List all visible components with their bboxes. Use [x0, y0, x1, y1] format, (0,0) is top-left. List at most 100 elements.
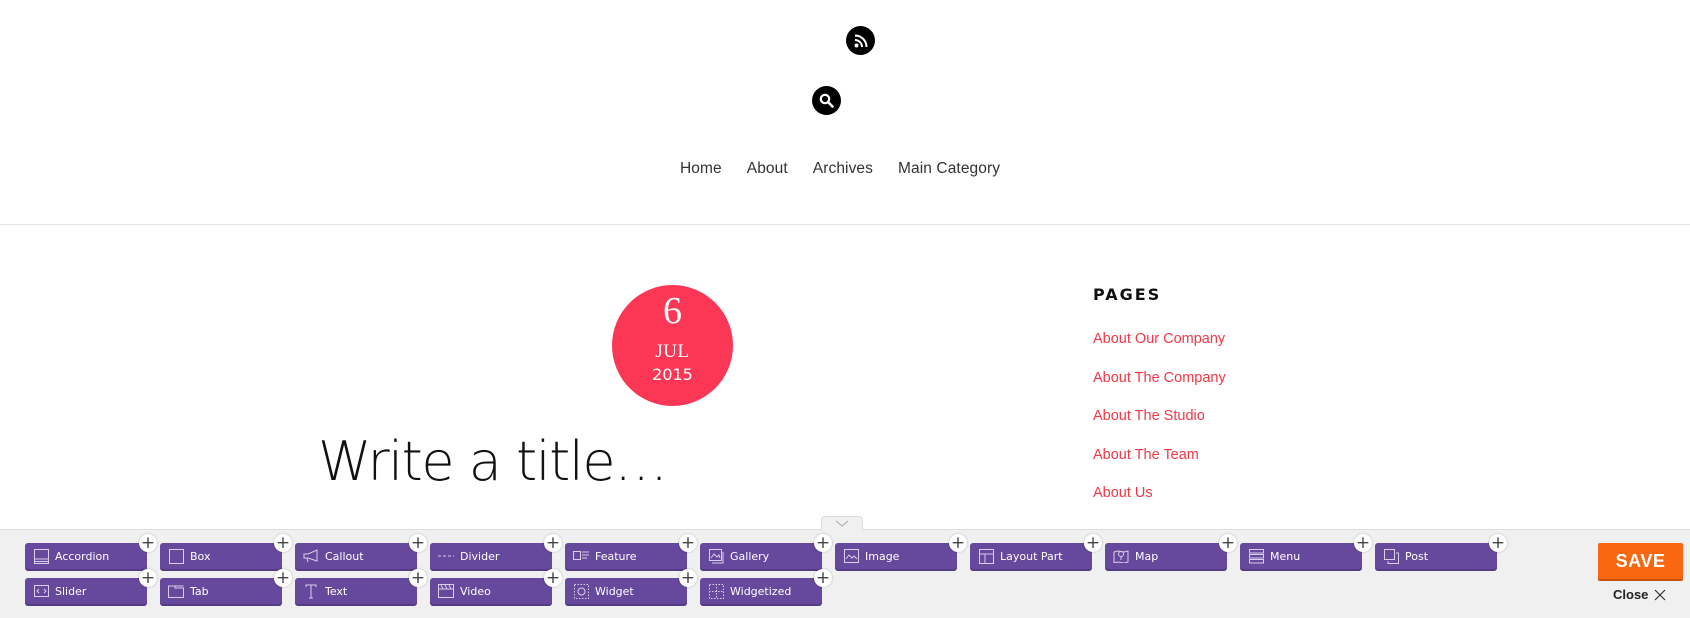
box-icon: [168, 548, 184, 564]
list-item: About The Team: [1093, 446, 1226, 485]
module-layout-part[interactable]: Layout Part +: [970, 534, 1102, 569]
nav-item-archives[interactable]: Archives: [813, 160, 873, 178]
add-module-button[interactable]: +: [949, 534, 967, 552]
module-label: Menu: [1270, 549, 1301, 563]
add-module-button[interactable]: +: [544, 534, 562, 552]
module-box[interactable]: Box +: [160, 534, 292, 569]
add-module-button[interactable]: +: [274, 534, 292, 552]
add-module-button[interactable]: +: [139, 569, 157, 587]
module-callout[interactable]: Callout +: [295, 534, 427, 569]
sidebar-title: PAGES: [1093, 285, 1162, 304]
divider-icon: [438, 548, 454, 564]
post-date-year: 2015: [652, 365, 693, 384]
sidebar-link-about-us[interactable]: About Us: [1093, 485, 1153, 501]
save-button[interactable]: SAVE: [1598, 543, 1683, 579]
add-module-button[interactable]: +: [679, 569, 697, 587]
add-module-button[interactable]: +: [139, 534, 157, 552]
list-item: About The Studio: [1093, 407, 1226, 446]
map-icon: [1113, 548, 1129, 564]
post-date-day: 6: [663, 290, 682, 332]
add-module-button[interactable]: +: [409, 569, 427, 587]
module-label: Gallery: [730, 549, 770, 563]
module-divider[interactable]: Divider +: [430, 534, 562, 569]
module-gallery[interactable]: Gallery +: [700, 534, 832, 569]
menu-icon: [1248, 548, 1264, 564]
list-item: About Us: [1093, 484, 1226, 523]
add-module-button[interactable]: +: [274, 569, 292, 587]
video-icon: [438, 583, 454, 599]
post-date-badge: 6 JUL 2015: [612, 285, 733, 406]
sidebar-link-about-our-company[interactable]: About Our Company: [1093, 331, 1225, 347]
module-map[interactable]: Map +: [1105, 534, 1237, 569]
module-accordion[interactable]: Accordion +: [25, 534, 157, 569]
add-module-button[interactable]: +: [679, 534, 697, 552]
module-label: Map: [1135, 549, 1159, 563]
module-post[interactable]: Post +: [1375, 534, 1507, 569]
layout-icon: [978, 548, 994, 564]
sidebar-link-about-the-studio[interactable]: About The Studio: [1093, 408, 1205, 424]
module-label: Box: [190, 549, 211, 563]
add-module-button[interactable]: +: [544, 569, 562, 587]
feature-icon: [573, 548, 589, 564]
list-item: About The Company: [1093, 369, 1226, 408]
close-label: Close: [1613, 587, 1649, 602]
megaphone-icon: [303, 548, 319, 564]
module-video[interactable]: Video +: [430, 569, 562, 604]
module-label: Feature: [595, 549, 637, 563]
add-module-button[interactable]: +: [1219, 534, 1237, 552]
slider-icon: [33, 583, 49, 599]
image-icon: [843, 548, 859, 564]
module-label: Tab: [190, 584, 209, 598]
sidebar-link-about-the-company[interactable]: About The Company: [1093, 370, 1226, 386]
gallery-icon: [708, 548, 724, 564]
tab-icon: [168, 583, 184, 599]
module-tab[interactable]: Tab +: [160, 569, 292, 604]
module-slider[interactable]: Slider +: [25, 569, 157, 604]
close-icon: [1654, 589, 1666, 600]
add-module-button[interactable]: +: [814, 569, 832, 587]
add-module-button[interactable]: +: [409, 534, 427, 552]
module-label: Post: [1405, 549, 1429, 563]
module-label: Widget: [595, 584, 634, 598]
page: Home About Archives Main Category 6 JUL …: [0, 0, 1690, 618]
module-image[interactable]: Image +: [835, 534, 967, 569]
module-text[interactable]: Text +: [295, 569, 427, 604]
module-label: Divider: [460, 549, 500, 563]
add-module-button[interactable]: +: [1489, 534, 1507, 552]
list-item: About Our Company: [1093, 330, 1226, 369]
text-icon: [303, 583, 319, 599]
widgetized-icon: [708, 583, 724, 599]
module-label: Image: [865, 549, 900, 563]
post-date-month: JUL: [655, 341, 690, 362]
sidebar-pages-list: About Our Company About The Company Abou…: [1093, 330, 1226, 523]
module-feature[interactable]: Feature +: [565, 534, 697, 569]
module-label: Accordion: [55, 549, 110, 563]
module-widget[interactable]: Widget +: [565, 569, 697, 604]
header-divider: [0, 224, 1690, 225]
module-label: Slider: [55, 584, 87, 598]
accordion-icon: [33, 548, 49, 564]
add-module-button[interactable]: +: [814, 534, 832, 552]
add-module-button[interactable]: +: [1084, 534, 1102, 552]
add-module-button[interactable]: +: [1354, 534, 1372, 552]
nav-item-main-category[interactable]: Main Category: [898, 160, 1000, 178]
sidebar-link-about-the-team[interactable]: About The Team: [1093, 447, 1199, 463]
module-label: Widgetized: [730, 584, 792, 598]
close-builder-button[interactable]: Close: [1613, 587, 1666, 602]
module-label: Video: [460, 584, 491, 598]
module-widgetized[interactable]: Widgetized +: [700, 569, 832, 604]
rss-icon[interactable]: [846, 26, 875, 55]
sidebar-pages-widget: PAGES About Our Company About The Compan…: [1093, 285, 1226, 523]
nav-item-home[interactable]: Home: [680, 160, 722, 178]
module-label: Layout Part: [1000, 549, 1063, 563]
chevron-down-icon: [835, 520, 849, 527]
module-label: Text: [325, 584, 348, 598]
search-icon[interactable]: [812, 86, 841, 115]
module-label: Callout: [325, 549, 364, 563]
post-title-input[interactable]: Write a title…: [318, 430, 668, 493]
collapse-builder-toggle[interactable]: [821, 516, 863, 530]
module-menu[interactable]: Menu +: [1240, 534, 1372, 569]
widget-icon: [573, 583, 589, 599]
nav-item-about[interactable]: About: [747, 160, 788, 178]
post-icon: [1383, 548, 1399, 564]
